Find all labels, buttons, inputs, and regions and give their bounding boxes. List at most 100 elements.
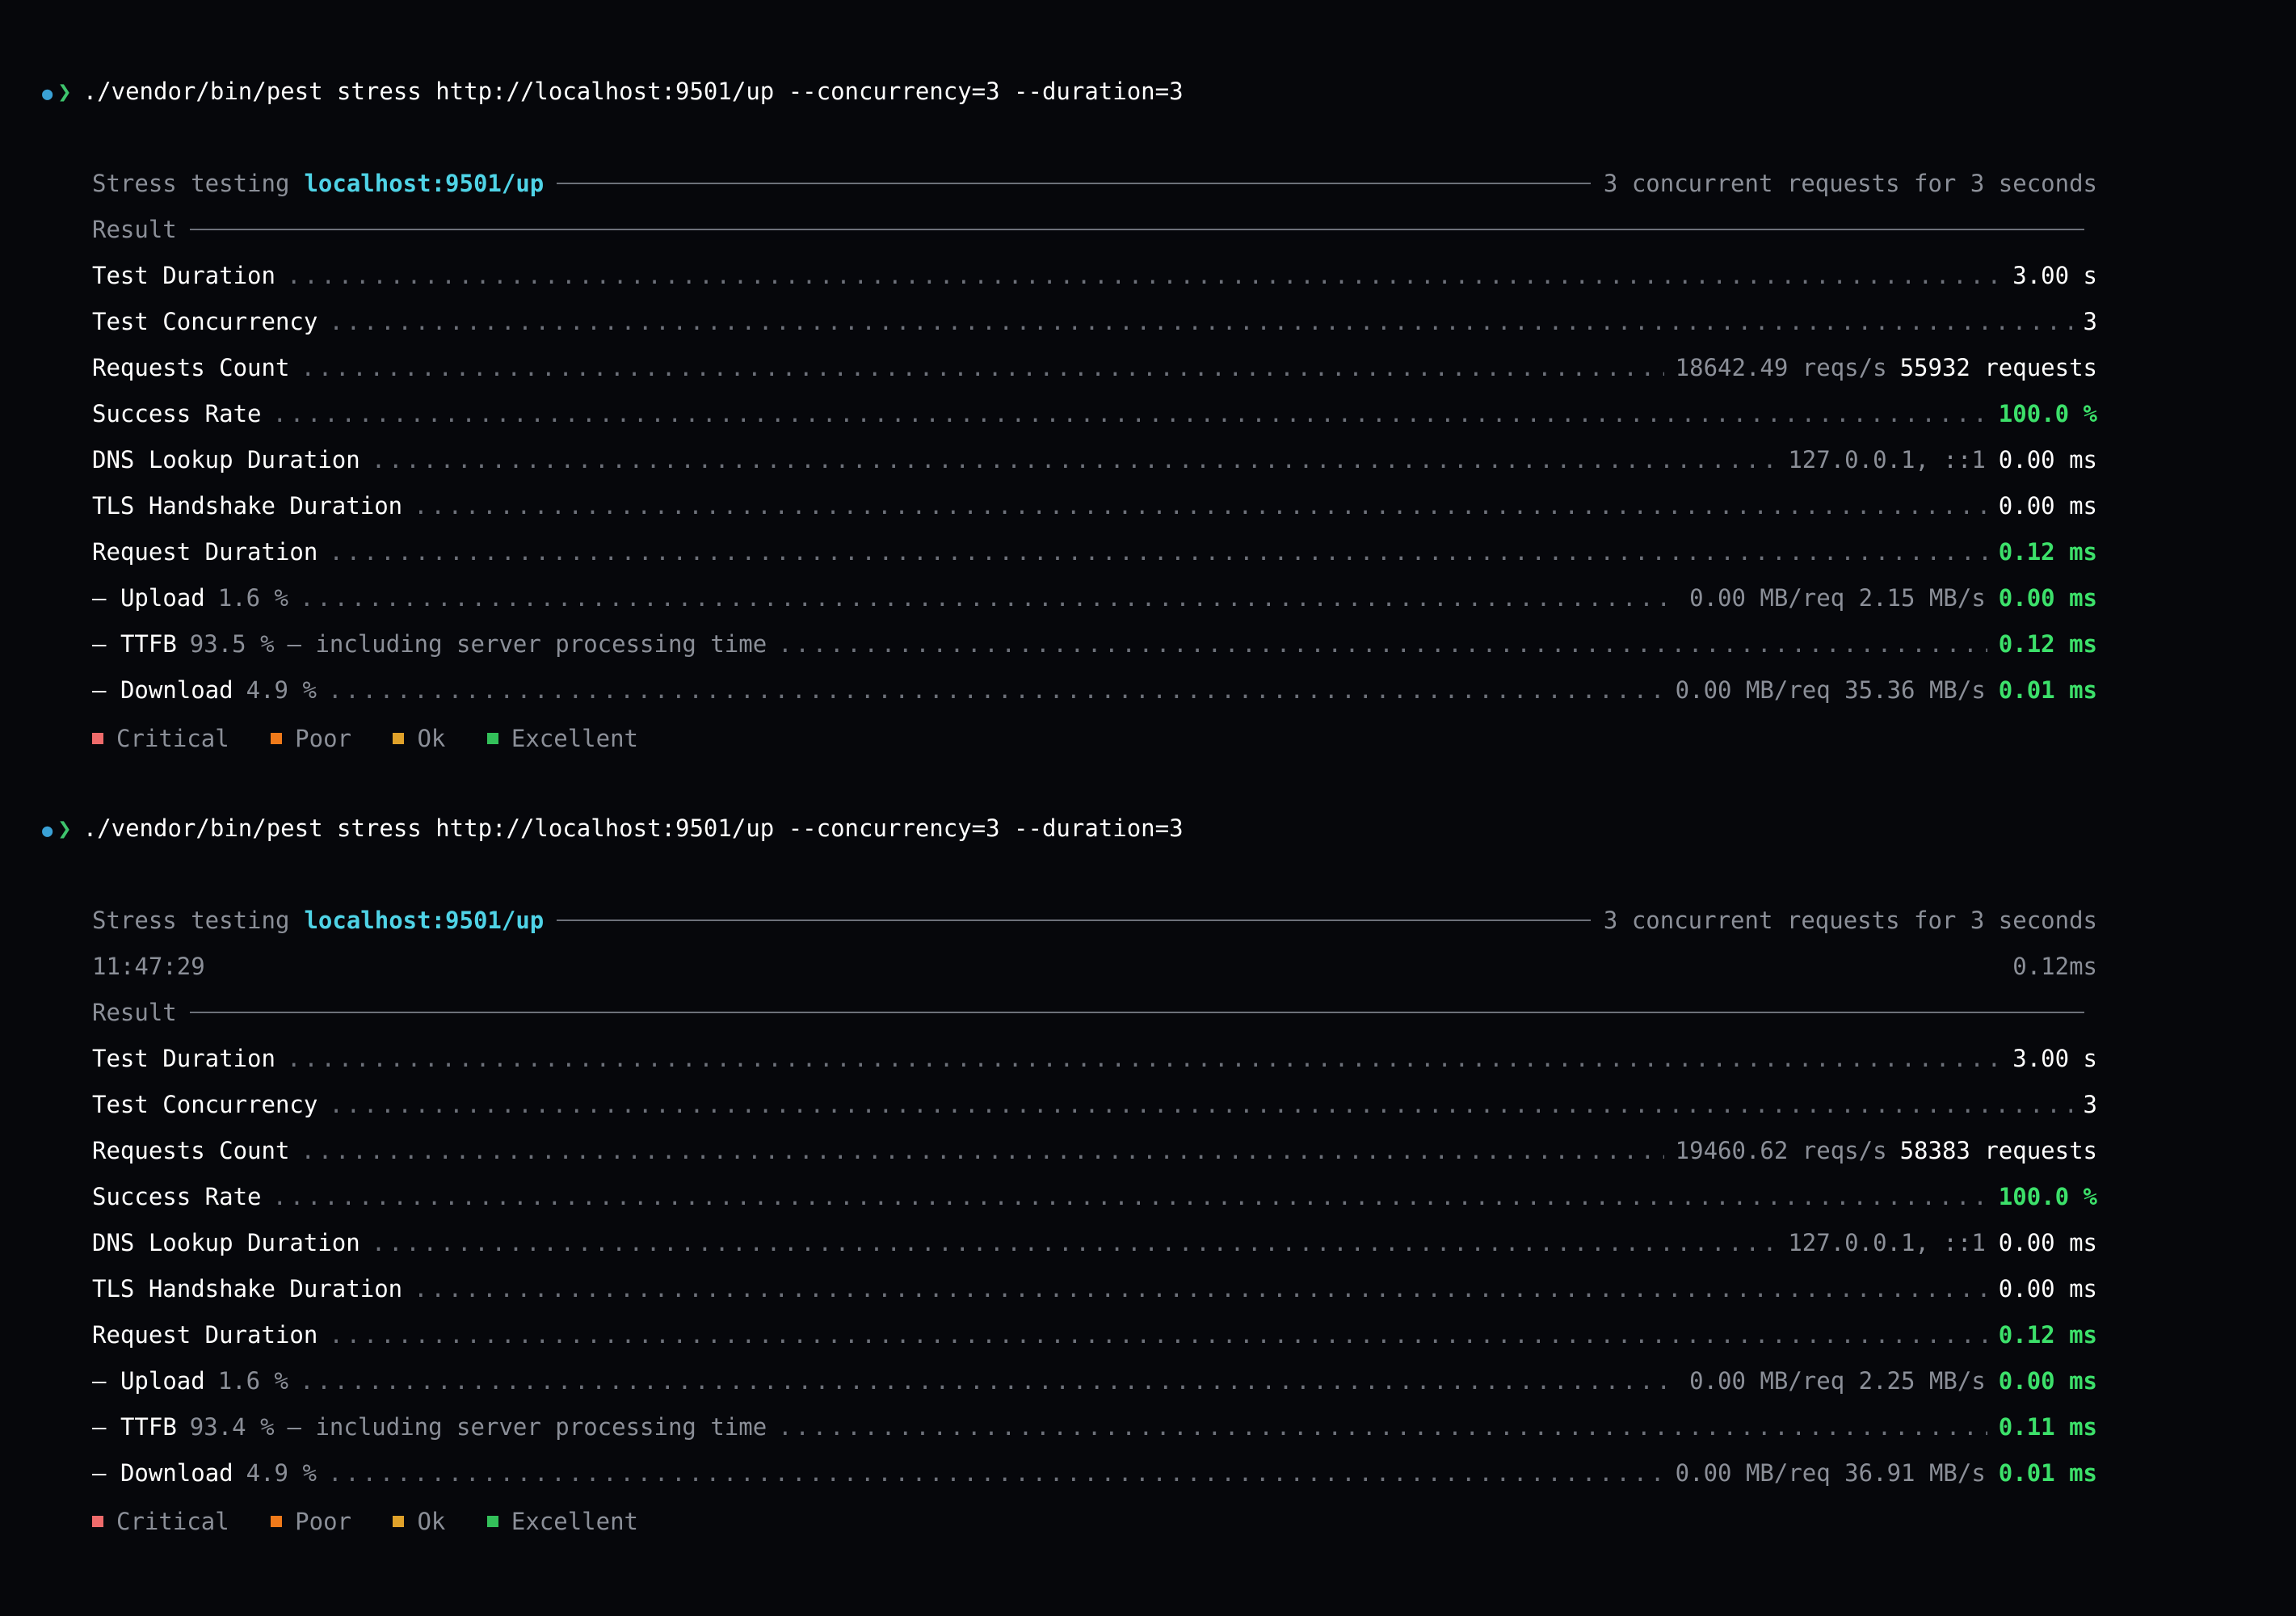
metric-detail: 0.00 MB/req 35.36 MB/s — [1675, 676, 1986, 704]
command-text[interactable]: ./vendor/bin/pest stress http://localhos… — [83, 814, 1184, 842]
dot-leader — [778, 628, 1987, 660]
dot-leader — [329, 305, 2071, 338]
header-prefix: Stress testing — [92, 170, 290, 197]
dot-leader — [372, 444, 1777, 476]
metric-percent: 93.4 % — [189, 1413, 275, 1441]
metric-label-text: Upload — [120, 584, 205, 612]
metric-value: 0.11 ms — [1998, 1413, 2097, 1441]
dash: – — [92, 630, 107, 658]
metric-value: 3.00 s — [2012, 262, 2097, 289]
dot-leader — [328, 1457, 1664, 1489]
header-summary: 3 concurrent requests for 3 seconds — [1603, 170, 2097, 197]
dot-leader — [287, 1042, 2001, 1075]
metric-label: TLS Handshake Duration — [92, 1275, 403, 1302]
poor-square-icon — [271, 733, 283, 744]
metric-label-text: TTFB — [120, 1413, 177, 1441]
metric-label: – Upload — [92, 582, 205, 614]
prompt-dot-icon: ● — [42, 821, 53, 841]
metric-value: 3.00 s — [2012, 1045, 2097, 1072]
metric-label: Test Concurrency — [92, 308, 318, 335]
ok-square-icon — [393, 1516, 405, 1527]
metric-value: 0.00 ms — [1998, 446, 2097, 473]
metric-label: DNS Lookup Duration — [92, 446, 360, 473]
metric-download: – Download 4.9 % 0.00 MB/req 35.36 MB/s … — [92, 674, 2097, 706]
dot-leader — [414, 1273, 1987, 1305]
metric-value: 0.00 ms — [1998, 1367, 2097, 1395]
header-summary: 3 concurrent requests for 3 seconds — [1603, 907, 2097, 934]
dot-leader — [273, 398, 1987, 430]
dot-leader — [273, 1180, 1987, 1213]
legend-label: Ok — [417, 725, 446, 752]
legend-label: Excellent — [511, 725, 638, 752]
target-url: localhost:9501/up — [304, 907, 545, 934]
metric-percent: 93.5 % — [189, 630, 275, 658]
metric-ttfb: – TTFB 93.4 % — including server process… — [92, 1411, 2097, 1443]
dot-leader — [778, 1411, 1987, 1443]
metric-label: – Download — [92, 1457, 233, 1489]
metric-value: 100.0 % — [1998, 400, 2097, 427]
dot-leader — [329, 536, 1987, 568]
metric-label-text: Upload — [120, 1367, 205, 1395]
metric-test-duration: Test Duration 3.00 s — [92, 259, 2097, 292]
metric-value: 0.00 ms — [1998, 584, 2097, 612]
legend-label: Poor — [295, 1508, 351, 1535]
prompt-arrow-icon: ❯ — [57, 78, 72, 105]
metric-value: 0.12 ms — [1998, 1321, 2097, 1349]
metric-tls-handshake: TLS Handshake Duration 0.00 ms — [92, 1273, 2097, 1305]
metric-success-rate: Success Rate 100.0 % — [92, 1180, 2097, 1213]
metric-percent: 4.9 % — [246, 676, 317, 704]
dash: – — [92, 1459, 107, 1487]
metric-upload: – Upload 1.6 % 0.00 MB/req 2.25 MB/s 0.0… — [92, 1365, 2097, 1397]
legend-ok: Ok — [393, 1505, 445, 1538]
metric-label: – Upload — [92, 1365, 205, 1397]
dot-leader — [329, 1319, 1987, 1351]
dot-leader — [300, 582, 1678, 614]
metric-dns-lookup: DNS Lookup Duration 127.0.0.1, ::1 0.00 … — [92, 1227, 2097, 1259]
metric-detail: 127.0.0.1, ::1 — [1788, 446, 1986, 473]
metric-value: 55932 requests — [1899, 354, 2097, 381]
result-rule — [189, 229, 2084, 230]
metric-percent: 4.9 % — [246, 1459, 317, 1487]
prompt-arrow-icon: ❯ — [57, 814, 72, 842]
metric-detail: 0.00 MB/req 2.25 MB/s — [1689, 1367, 1986, 1395]
metric-request-duration: Request Duration 0.12 ms — [92, 536, 2097, 568]
legend-label: Excellent — [511, 1508, 638, 1535]
metric-test-duration: Test Duration 3.00 s — [92, 1042, 2097, 1075]
metric-requests-count: Requests Count 19460.62 reqs/s 58383 req… — [92, 1134, 2097, 1167]
metric-percent: 1.6 % — [217, 584, 289, 612]
excellent-square-icon — [486, 733, 498, 744]
metric-label: DNS Lookup Duration — [92, 1229, 360, 1256]
metric-label: Requests Count — [92, 354, 290, 381]
legend: Critical Poor Ok Excellent — [92, 1503, 2097, 1535]
header-rule — [557, 183, 1591, 184]
dot-leader — [414, 490, 1987, 522]
metric-rate: 19460.62 reqs/s — [1675, 1137, 1887, 1164]
metric-percent: 1.6 % — [217, 1367, 289, 1395]
metric-label: – TTFB — [92, 628, 177, 660]
timestamp: 11:47:29 — [92, 953, 205, 980]
dash: – — [92, 584, 107, 612]
metric-note: — including server processing time — [287, 1413, 767, 1441]
metric-upload: – Upload 1.6 % 0.00 MB/req 2.15 MB/s 0.0… — [92, 582, 2097, 614]
dot-leader — [301, 1134, 1663, 1167]
metric-rate: 18642.49 reqs/s — [1675, 354, 1887, 381]
legend-label: Critical — [116, 1508, 229, 1535]
command-text[interactable]: ./vendor/bin/pest stress http://localhos… — [83, 78, 1184, 105]
stress-header: Stress testing localhost:9501/up 3 concu… — [92, 904, 2097, 936]
section-title: Result — [92, 216, 177, 243]
metric-ttfb: – TTFB 93.5 % — including server process… — [92, 628, 2097, 660]
metric-label: Test Duration — [92, 262, 275, 289]
metric-requests-count: Requests Count 18642.49 reqs/s 55932 req… — [92, 351, 2097, 384]
metric-value: 100.0 % — [1998, 1183, 2097, 1210]
dot-leader — [300, 1365, 1678, 1397]
metric-download: – Download 4.9 % 0.00 MB/req 36.91 MB/s … — [92, 1457, 2097, 1489]
dot-leader — [329, 1088, 2071, 1121]
metric-label: – Download — [92, 674, 233, 706]
terminal-window: ● ❯ ./vendor/bin/pest stress http://localh… — [0, 0, 2296, 1616]
metric-label: Success Rate — [92, 400, 262, 427]
legend-ok: Ok — [393, 722, 445, 755]
dot-leader — [328, 674, 1664, 706]
metric-label: Requests Count — [92, 1137, 290, 1164]
metric-value: 58383 requests — [1899, 1137, 2097, 1164]
command-line: ● ❯ ./vendor/bin/pest stress http://localh… — [42, 812, 2097, 844]
